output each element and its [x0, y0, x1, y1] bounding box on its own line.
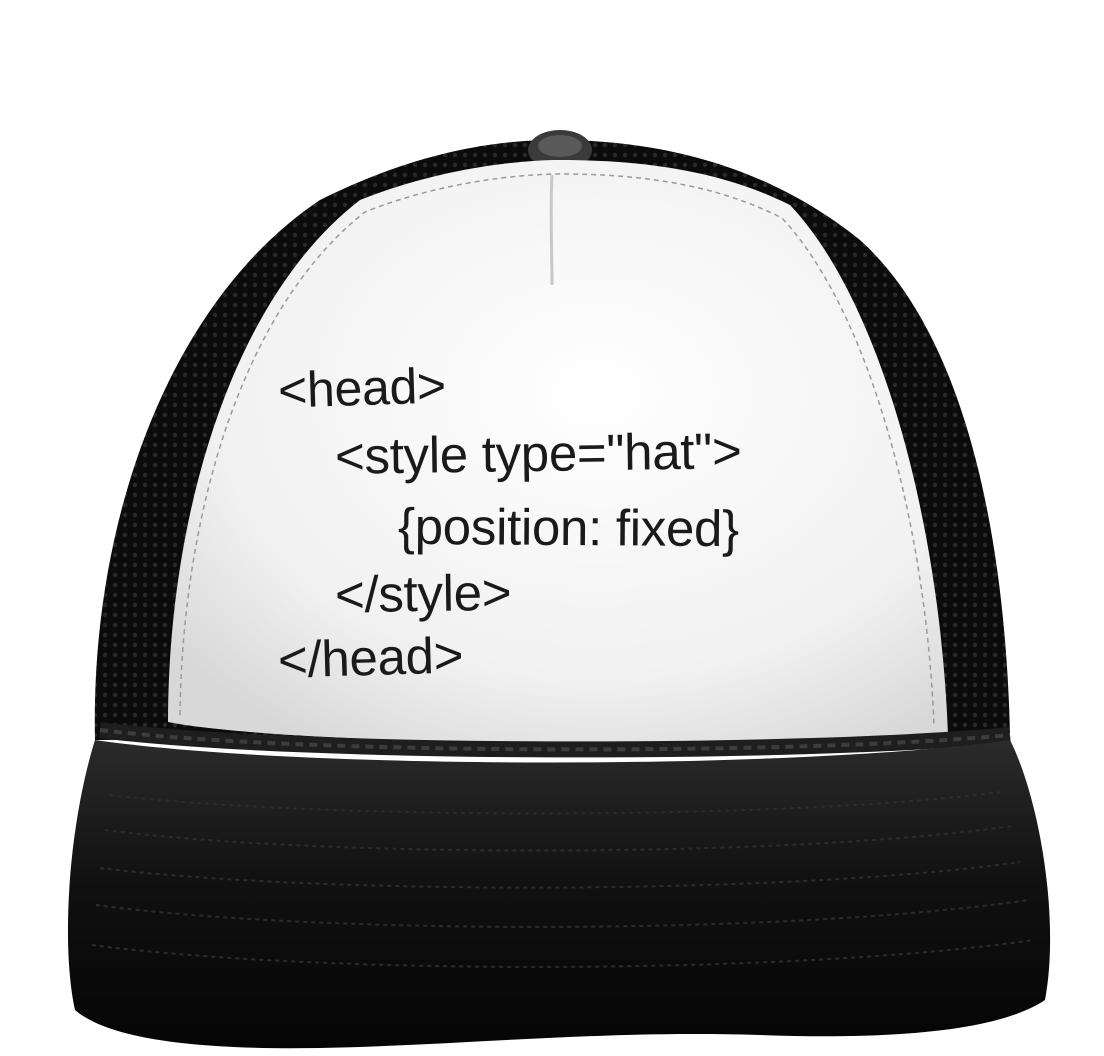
trucker-hat-graphic: [67, 130, 1051, 1049]
trucker-hat-photo: <head> <style type="hat"> {position: fix…: [0, 0, 1104, 1056]
hat-brim: [67, 740, 1051, 1049]
